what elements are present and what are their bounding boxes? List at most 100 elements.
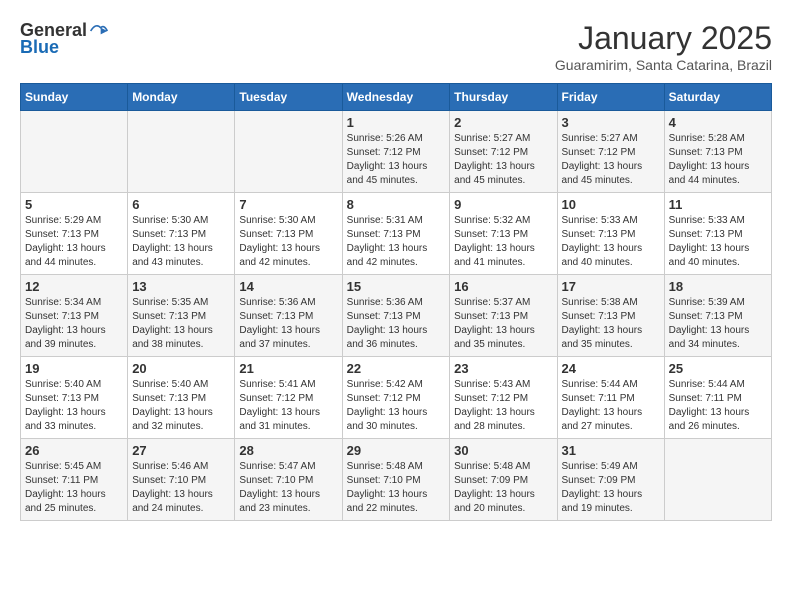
day-info: Sunrise: 5:42 AM Sunset: 7:12 PM Dayligh… bbox=[347, 378, 446, 434]
calendar-cell: 12Sunrise: 5:34 AM Sunset: 7:13 PM Dayli… bbox=[21, 275, 128, 357]
weekday-header-saturday: Saturday bbox=[664, 84, 771, 111]
day-info: Sunrise: 5:37 AM Sunset: 7:13 PM Dayligh… bbox=[454, 296, 552, 352]
day-info: Sunrise: 5:44 AM Sunset: 7:11 PM Dayligh… bbox=[669, 378, 767, 434]
calendar-cell: 15 Sunrise: 5:36 AM Sunset: 7:13 PM Dayli… bbox=[342, 275, 450, 357]
day-info: Sunrise: 5:29 AM Sunset: 7:13 PM Dayligh… bbox=[25, 214, 123, 270]
calendar-cell: 18 Sunrise: 5:39 AM Sunset: 7:13 PM Dayli… bbox=[664, 275, 771, 357]
day-info: Sunrise: 5:38 AM Sunset: 7:13 PM Dayligh… bbox=[562, 296, 660, 352]
calendar-cell: 16 Sunrise: 5:37 AM Sunset: 7:13 PM Dayli… bbox=[450, 275, 557, 357]
month-year-title: January 2025 bbox=[555, 20, 772, 57]
day-info: Sunrise: 5:30 AM Sunset: 7:13 PM Dayligh… bbox=[239, 214, 337, 270]
day-number: 15 bbox=[347, 279, 446, 294]
calendar-cell: 8Sunrise: 5:31 AM Sunset: 7:13 PM Daylig… bbox=[342, 193, 450, 275]
calendar-cell: 6 Sunrise: 5:30 AM Sunset: 7:13 PM Daylig… bbox=[128, 193, 235, 275]
day-info: Sunrise: 5:49 AM Sunset: 7:09 PM Dayligh… bbox=[562, 460, 660, 516]
calendar-cell: 19Sunrise: 5:40 AM Sunset: 7:13 PM Dayli… bbox=[21, 357, 128, 439]
day-info: Sunrise: 5:27 AM Sunset: 7:12 PM Dayligh… bbox=[454, 132, 552, 188]
calendar-cell bbox=[235, 111, 342, 193]
weekday-header-monday: Monday bbox=[128, 84, 235, 111]
day-number: 27 bbox=[132, 443, 230, 458]
weekday-header-thursday: Thursday bbox=[450, 84, 557, 111]
weekday-header-friday: Friday bbox=[557, 84, 664, 111]
day-number: 28 bbox=[239, 443, 337, 458]
calendar-cell: 2 Sunrise: 5:27 AM Sunset: 7:12 PM Daylig… bbox=[450, 111, 557, 193]
day-info: Sunrise: 5:26 AM Sunset: 7:12 PM Dayligh… bbox=[347, 132, 446, 188]
calendar-cell: 7 Sunrise: 5:30 AM Sunset: 7:13 PM Daylig… bbox=[235, 193, 342, 275]
week-row-5: 26Sunrise: 5:45 AM Sunset: 7:11 PM Dayli… bbox=[21, 439, 772, 521]
day-number: 17 bbox=[562, 279, 660, 294]
calendar-cell: 17 Sunrise: 5:38 AM Sunset: 7:13 PM Dayli… bbox=[557, 275, 664, 357]
calendar-cell bbox=[21, 111, 128, 193]
day-number: 6 bbox=[132, 197, 230, 212]
title-block: January 2025 Guaramirim, Santa Catarina,… bbox=[555, 20, 772, 73]
calendar-cell bbox=[664, 439, 771, 521]
day-number: 19 bbox=[25, 361, 123, 376]
day-number: 22 bbox=[347, 361, 446, 376]
calendar-cell: 13 Sunrise: 5:35 AM Sunset: 7:13 PM Dayli… bbox=[128, 275, 235, 357]
calendar-cell: 28 Sunrise: 5:47 AM Sunset: 7:10 PM Dayli… bbox=[235, 439, 342, 521]
calendar-cell: 31 Sunrise: 5:49 AM Sunset: 7:09 PM Dayli… bbox=[557, 439, 664, 521]
calendar-cell: 23 Sunrise: 5:43 AM Sunset: 7:12 PM Dayli… bbox=[450, 357, 557, 439]
day-number: 26 bbox=[25, 443, 123, 458]
day-info: Sunrise: 5:40 AM Sunset: 7:13 PM Dayligh… bbox=[132, 378, 230, 434]
day-number: 20 bbox=[132, 361, 230, 376]
day-number: 31 bbox=[562, 443, 660, 458]
day-info: Sunrise: 5:33 AM Sunset: 7:13 PM Dayligh… bbox=[562, 214, 660, 270]
day-number: 23 bbox=[454, 361, 552, 376]
day-number: 16 bbox=[454, 279, 552, 294]
day-info: Sunrise: 5:28 AM Sunset: 7:13 PM Dayligh… bbox=[669, 132, 767, 188]
week-row-4: 19 Sunrise: 5:40 AM Sunset: 7:13 PM Dayli… bbox=[21, 357, 772, 439]
calendar-cell: 26Sunrise: 5:45 AM Sunset: 7:11 PM Dayli… bbox=[21, 439, 128, 521]
day-info: Sunrise: 5:48 AM Sunset: 7:09 PM Dayligh… bbox=[454, 460, 552, 516]
day-number: 7 bbox=[239, 197, 337, 212]
day-info: Sunrise: 5:47 AM Sunset: 7:10 PM Dayligh… bbox=[239, 460, 337, 516]
calendar-cell: 11 Sunrise: 5:33 AM Sunset: 7:13 PM Dayli… bbox=[664, 193, 771, 275]
day-number: 24 bbox=[562, 361, 660, 376]
weekday-header-wednesday: Wednesday bbox=[342, 84, 450, 111]
weekday-header-tuesday: Tuesday bbox=[235, 84, 342, 111]
page-header: General Blue January 2025 Guaramirim, Sa… bbox=[20, 20, 772, 73]
day-info: Sunrise: 5:30 AM Sunset: 7:13 PM Dayligh… bbox=[132, 214, 230, 270]
calendar-cell bbox=[128, 111, 235, 193]
day-number: 11 bbox=[669, 197, 767, 212]
day-info: Sunrise: 5:48 AM Sunset: 7:10 PM Dayligh… bbox=[347, 460, 446, 516]
calendar-cell: 30 Sunrise: 5:48 AM Sunset: 7:09 PM Dayli… bbox=[450, 439, 557, 521]
day-number: 25 bbox=[669, 361, 767, 376]
calendar-cell: 10 Sunrise: 5:33 AM Sunset: 7:13 PM Dayli… bbox=[557, 193, 664, 275]
day-info: Sunrise: 5:43 AM Sunset: 7:12 PM Dayligh… bbox=[454, 378, 552, 434]
logo: General Blue bbox=[20, 20, 109, 58]
day-number: 14 bbox=[239, 279, 337, 294]
calendar-cell: 3Sunrise: 5:27 AM Sunset: 7:12 PM Daylig… bbox=[557, 111, 664, 193]
week-row-1: 1 Sunrise: 5:26 AM Sunset: 7:12 PM Daylig… bbox=[21, 111, 772, 193]
calendar-cell: 21Sunrise: 5:41 AM Sunset: 7:12 PM Dayli… bbox=[235, 357, 342, 439]
calendar-cell: 22 Sunrise: 5:42 AM Sunset: 7:12 PM Dayli… bbox=[342, 357, 450, 439]
day-number: 1 bbox=[347, 115, 446, 130]
calendar-cell: 27 Sunrise: 5:46 AM Sunset: 7:10 PM Dayli… bbox=[128, 439, 235, 521]
day-number: 12 bbox=[25, 279, 123, 294]
calendar-cell: 25 Sunrise: 5:44 AM Sunset: 7:11 PM Dayli… bbox=[664, 357, 771, 439]
day-number: 10 bbox=[562, 197, 660, 212]
day-info: Sunrise: 5:32 AM Sunset: 7:13 PM Dayligh… bbox=[454, 214, 552, 270]
calendar-cell: 20 Sunrise: 5:40 AM Sunset: 7:13 PM Dayli… bbox=[128, 357, 235, 439]
day-number: 21 bbox=[239, 361, 337, 376]
calendar-cell: 24Sunrise: 5:44 AM Sunset: 7:11 PM Dayli… bbox=[557, 357, 664, 439]
week-row-2: 5 Sunrise: 5:29 AM Sunset: 7:13 PM Daylig… bbox=[21, 193, 772, 275]
day-number: 30 bbox=[454, 443, 552, 458]
day-number: 4 bbox=[669, 115, 767, 130]
calendar-cell: 9Sunrise: 5:32 AM Sunset: 7:13 PM Daylig… bbox=[450, 193, 557, 275]
day-info: Sunrise: 5:35 AM Sunset: 7:13 PM Dayligh… bbox=[132, 296, 230, 352]
day-number: 5 bbox=[25, 197, 123, 212]
day-info: Sunrise: 5:46 AM Sunset: 7:10 PM Dayligh… bbox=[132, 460, 230, 516]
day-info: Sunrise: 5:33 AM Sunset: 7:13 PM Dayligh… bbox=[669, 214, 767, 270]
location-subtitle: Guaramirim, Santa Catarina, Brazil bbox=[555, 57, 772, 73]
day-info: Sunrise: 5:39 AM Sunset: 7:13 PM Dayligh… bbox=[669, 296, 767, 352]
day-info: Sunrise: 5:27 AM Sunset: 7:12 PM Dayligh… bbox=[562, 132, 660, 188]
calendar-cell: 14 Sunrise: 5:36 AM Sunset: 7:13 PM Dayli… bbox=[235, 275, 342, 357]
day-info: Sunrise: 5:36 AM Sunset: 7:13 PM Dayligh… bbox=[239, 296, 337, 352]
day-number: 8 bbox=[347, 197, 446, 212]
day-number: 18 bbox=[669, 279, 767, 294]
calendar-table: SundayMondayTuesdayWednesdayThursdayFrid… bbox=[20, 83, 772, 521]
day-number: 2 bbox=[454, 115, 552, 130]
day-info: Sunrise: 5:36 AM Sunset: 7:13 PM Dayligh… bbox=[347, 296, 446, 352]
day-number: 13 bbox=[132, 279, 230, 294]
